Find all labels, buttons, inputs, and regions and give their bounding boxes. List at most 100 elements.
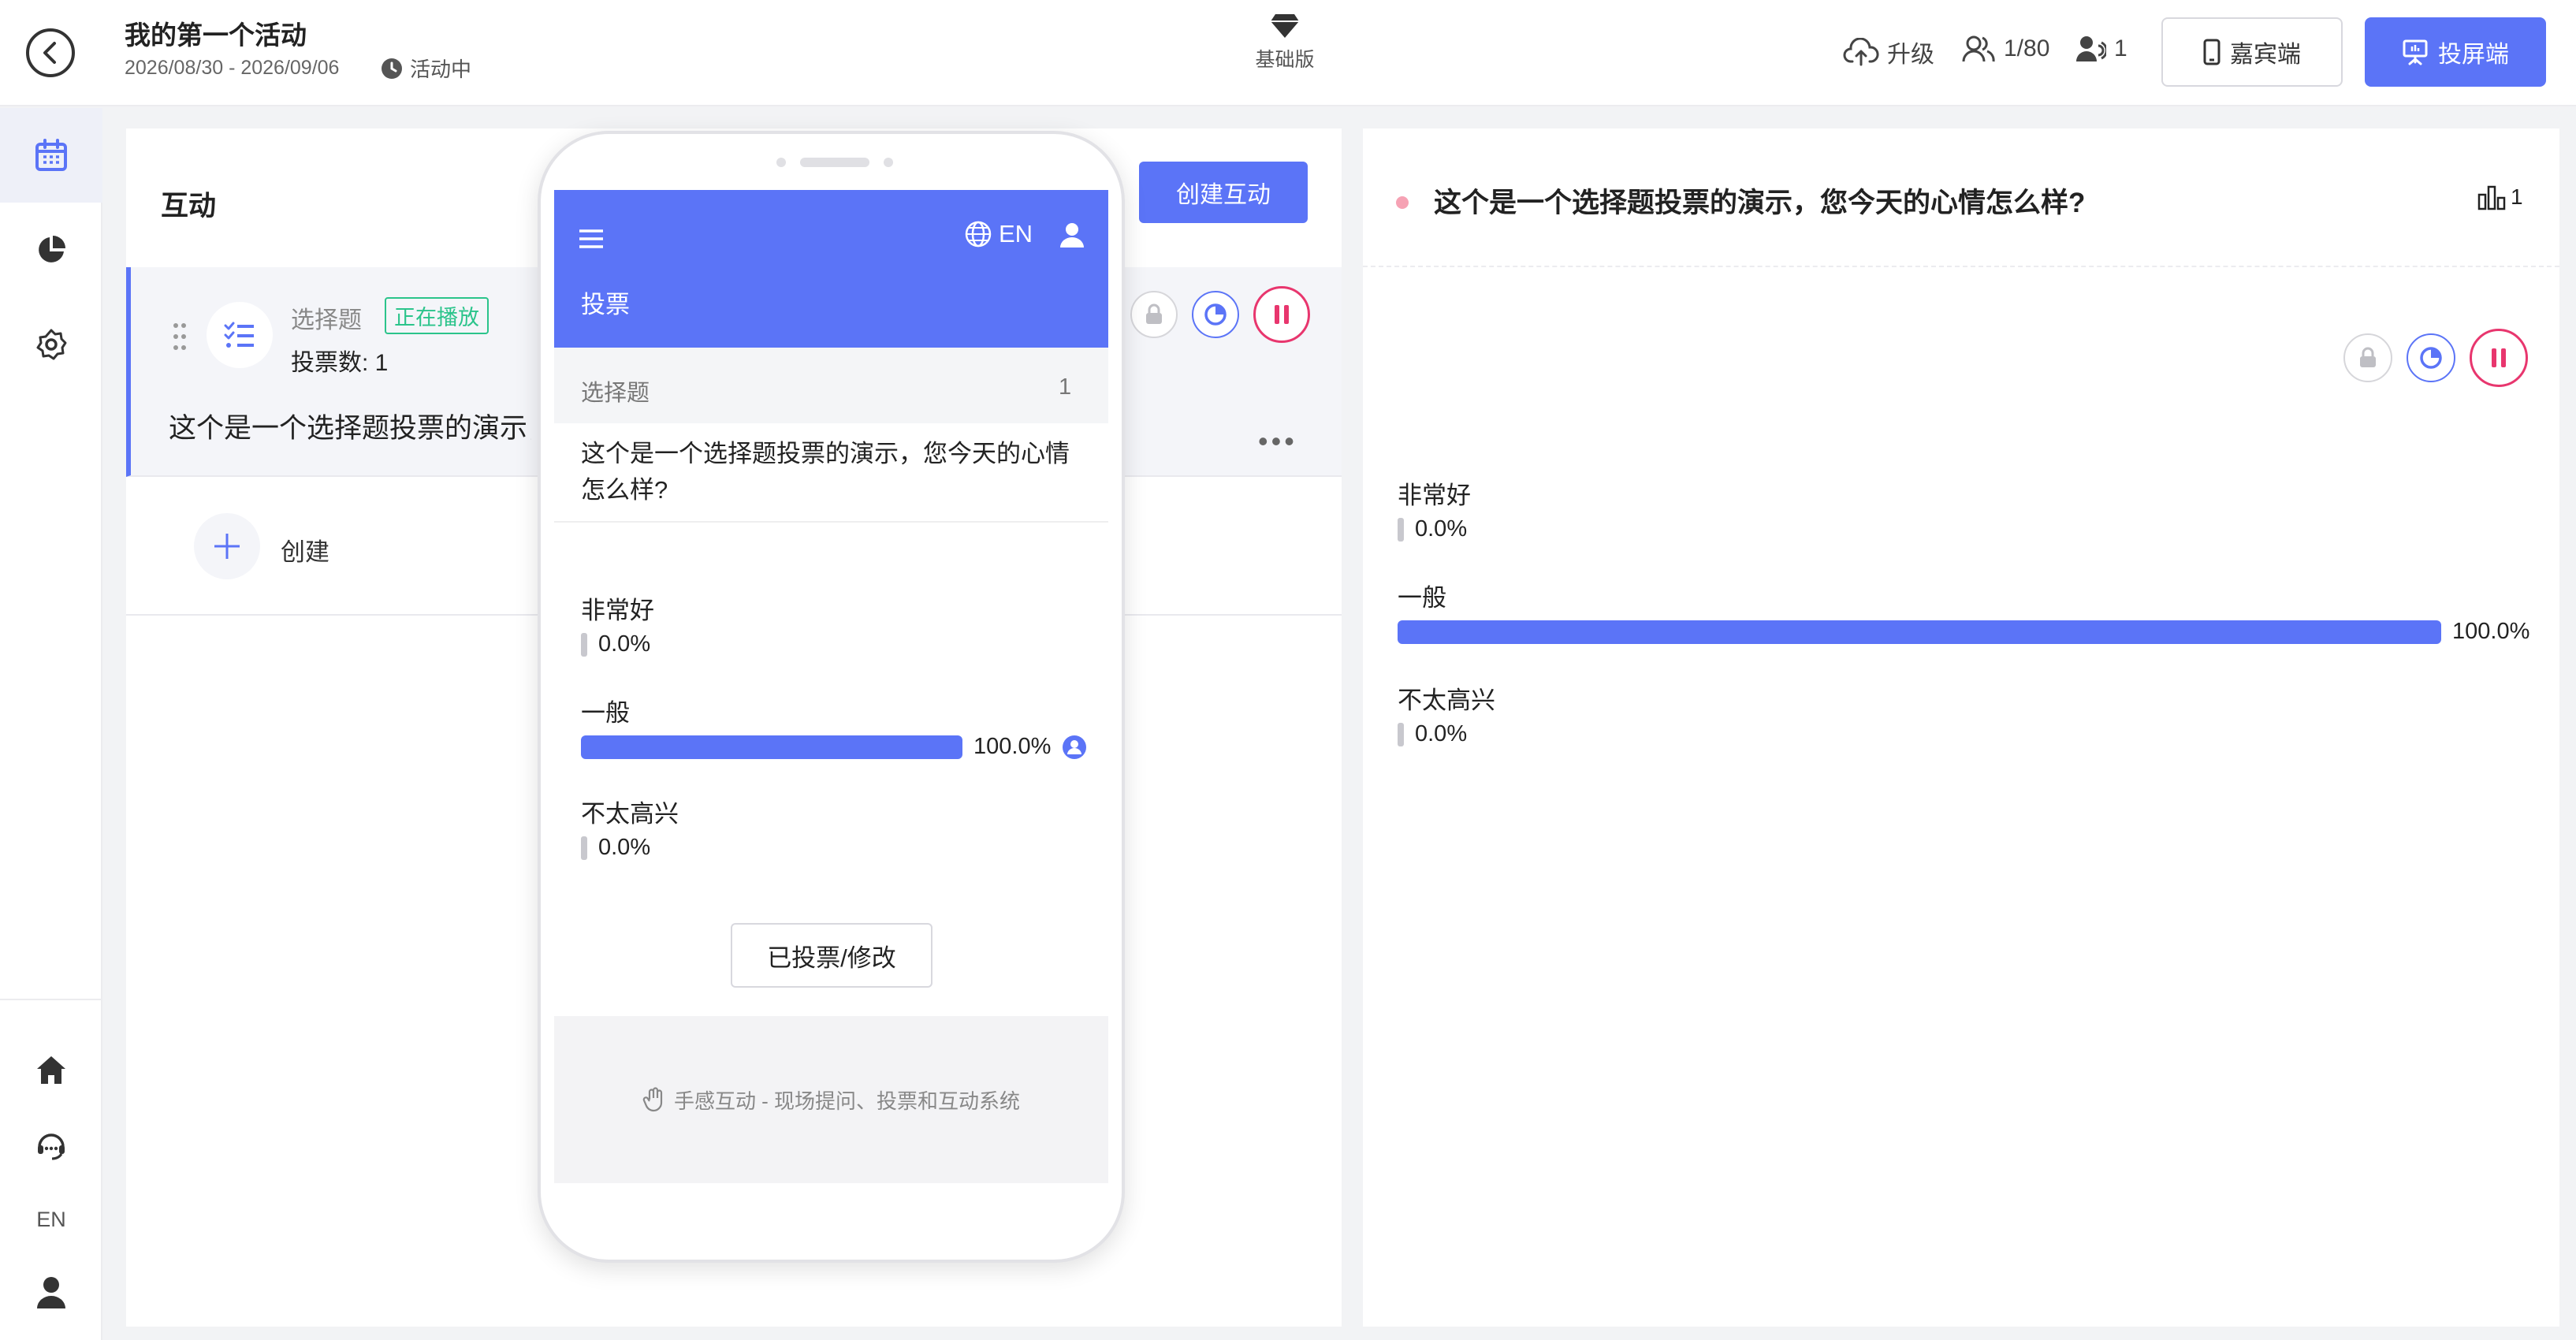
results-panel: 这个是一个选择题投票的演示，您今天的心情怎么样? 1 非常好 0.0% 一般 1… bbox=[1363, 128, 2559, 1327]
phone-option-label[interactable]: 一般 bbox=[581, 693, 630, 728]
phone-option-percent: 0.0% bbox=[598, 835, 651, 860]
pie-chart-icon bbox=[1204, 303, 1227, 326]
clock-icon bbox=[382, 58, 402, 79]
chart-count: 1 bbox=[2511, 184, 2523, 209]
results-button[interactable] bbox=[2407, 333, 2455, 382]
phone-question-type: 选择题 bbox=[581, 381, 650, 406]
participants-count[interactable]: 1/80 bbox=[1961, 35, 2049, 63]
bar-chart-icon bbox=[2477, 185, 2506, 210]
back-button[interactable] bbox=[26, 28, 75, 77]
sidebar-item-analytics[interactable] bbox=[0, 203, 102, 297]
checklist-icon bbox=[224, 322, 254, 348]
lock-icon bbox=[1146, 303, 1162, 324]
poll-question: 这个是一个选择题投票的演示， bbox=[169, 413, 531, 444]
menu-icon[interactable] bbox=[578, 228, 605, 250]
event-title: 我的第一个活动 bbox=[125, 20, 307, 50]
online-label: 1 bbox=[2114, 35, 2127, 61]
sidebar-item-settings[interactable] bbox=[0, 297, 102, 392]
home-icon bbox=[37, 1056, 65, 1084]
phone-option-result: 0.0% bbox=[581, 835, 650, 861]
phone-icon bbox=[2203, 39, 2220, 65]
result-option-row: 100.0% bbox=[1398, 619, 2529, 645]
results-question: 这个是一个选择题投票的演示，您今天的心情怎么样? bbox=[1434, 188, 2086, 218]
screen-view-button[interactable]: 投屏端 bbox=[2365, 17, 2546, 87]
phone-question-header: 选择题 1 bbox=[554, 348, 1108, 423]
result-bar-empty bbox=[1398, 722, 1404, 746]
sidebar-item-language[interactable]: EN bbox=[0, 1180, 102, 1259]
upgrade-link[interactable]: 升级 bbox=[1843, 35, 1934, 69]
settings-icon bbox=[36, 329, 67, 360]
more-options-button[interactable]: ••• bbox=[1258, 425, 1297, 458]
voted-modify-button[interactable]: 已投票/修改 bbox=[731, 923, 932, 988]
upgrade-label: 升级 bbox=[1887, 42, 1934, 68]
poll-type-icon-wrap bbox=[207, 302, 273, 368]
phone-option-label[interactable]: 不太高兴 bbox=[581, 794, 679, 829]
pause-icon bbox=[2492, 348, 2506, 367]
event-dates: 2026/08/30 - 2026/09/06 bbox=[125, 57, 340, 79]
phone-notch bbox=[541, 158, 1122, 167]
sidebar-item-support[interactable] bbox=[0, 1105, 102, 1184]
user-icon[interactable] bbox=[1059, 221, 1085, 248]
phone-preview: EN 投票 选择题 1 这个是一个选择题投票的演示，您今天的心情怎么样? 非常好… bbox=[538, 131, 1125, 1263]
sidebar-item-account[interactable] bbox=[0, 1253, 102, 1331]
lock-icon bbox=[2360, 347, 2376, 367]
lock-button[interactable] bbox=[2343, 333, 2392, 382]
guest-view-button[interactable]: 嘉宾端 bbox=[2161, 17, 2343, 87]
phone-camera-dot bbox=[776, 158, 786, 167]
result-option-label: 一般 bbox=[1398, 584, 1446, 612]
phone-question-number: 1 bbox=[1059, 374, 1072, 400]
phone-option-label[interactable]: 非常好 bbox=[581, 590, 654, 626]
user-online-icon bbox=[2076, 36, 2106, 61]
result-option-row: 0.0% bbox=[1398, 721, 1467, 747]
phone-option-percent: 0.0% bbox=[598, 631, 651, 657]
phone-separator bbox=[554, 521, 1108, 523]
result-option-label: 非常好 bbox=[1398, 482, 1471, 509]
lock-button[interactable] bbox=[1130, 291, 1178, 338]
phone-footer: 手感互动 - 现场提问、投票和互动系统 bbox=[554, 1016, 1108, 1183]
calendar-icon bbox=[35, 139, 67, 171]
online-count[interactable]: 1 bbox=[2075, 35, 2127, 63]
pie-chart-icon bbox=[2420, 347, 2442, 369]
event-status: 活动中 bbox=[380, 54, 471, 83]
sidebar-item-home[interactable] bbox=[0, 1030, 102, 1109]
result-option-percent: 100.0% bbox=[2452, 619, 2530, 644]
result-bar-empty bbox=[581, 632, 587, 657]
create-interaction-button[interactable]: 创建互动 bbox=[1139, 162, 1308, 223]
result-bar-filled bbox=[1398, 620, 2441, 644]
hand-icon bbox=[642, 1087, 663, 1112]
phone-option-percent: 100.0% bbox=[973, 734, 1052, 759]
pause-button[interactable] bbox=[2470, 329, 2528, 387]
pause-button[interactable] bbox=[1253, 286, 1310, 343]
result-option-percent: 0.0% bbox=[1415, 721, 1468, 746]
presentation-icon bbox=[2403, 39, 2428, 65]
result-bar-empty bbox=[581, 836, 587, 860]
pie-chart-icon bbox=[39, 236, 65, 262]
plan-badge[interactable]: 基础版 bbox=[1238, 13, 1332, 73]
drag-handle-icon[interactable] bbox=[172, 321, 188, 352]
phone-speaker bbox=[799, 158, 869, 167]
create-plus-button[interactable] bbox=[194, 513, 260, 579]
plus-icon bbox=[214, 534, 240, 559]
playing-status-badge: 正在播放 bbox=[385, 297, 489, 334]
cloud-upload-icon bbox=[1843, 38, 1879, 66]
phone-sensor-dot bbox=[883, 158, 893, 167]
results-button[interactable] bbox=[1192, 291, 1239, 338]
screen-view-label: 投屏端 bbox=[2438, 42, 2509, 68]
results-divider bbox=[1363, 266, 2559, 267]
result-bar-filled bbox=[581, 735, 962, 759]
vote-count: 投票数: 1 bbox=[291, 350, 389, 376]
chevron-left-icon bbox=[43, 42, 56, 64]
phone-page-title: 投票 bbox=[581, 291, 630, 318]
sidebar-item-calendar[interactable] bbox=[0, 108, 102, 203]
left-sidebar: EN bbox=[0, 108, 102, 1340]
phone-language-label: EN bbox=[999, 220, 1033, 248]
guest-view-label: 嘉宾端 bbox=[2230, 42, 2301, 68]
top-header: 我的第一个活动 2026/08/30 - 2026/09/06 活动中 基础版 … bbox=[0, 0, 2576, 106]
live-indicator-dot bbox=[1396, 196, 1409, 209]
users-icon bbox=[1962, 35, 1995, 62]
globe-icon bbox=[965, 221, 992, 248]
chart-type-toggle[interactable]: 1 bbox=[2477, 184, 2523, 210]
user-icon bbox=[37, 1277, 65, 1308]
phone-language-switch[interactable]: EN bbox=[964, 220, 1033, 248]
poll-type-label: 选择题 bbox=[291, 307, 362, 333]
